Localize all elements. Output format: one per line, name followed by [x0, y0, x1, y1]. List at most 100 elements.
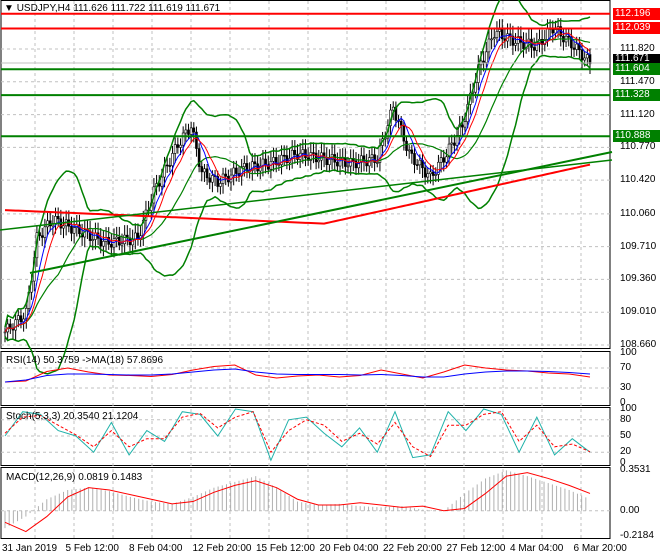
date-axis-label: 27 Feb 12:00 [446, 543, 506, 554]
candle [3, 331, 7, 334]
candle [224, 173, 228, 177]
candle [277, 164, 281, 166]
candle [94, 232, 97, 240]
trendline [0, 159, 613, 231]
candle [490, 38, 493, 41]
candle [402, 125, 406, 142]
candle [370, 154, 374, 158]
ohlc-values: 111.626 111.722 111.619 111.671 [73, 3, 221, 14]
candle [405, 140, 408, 151]
candle [514, 43, 517, 46]
candle [70, 225, 73, 234]
candle [399, 120, 403, 126]
macd-title: MACD(12,26,9) 0.0819 0.1483 [6, 472, 143, 483]
date-axis-label: 31 Jan 2019 [2, 543, 58, 554]
level-price-tag: 112.196 [613, 7, 660, 20]
candle [54, 216, 57, 224]
date-axis-label: 12 Feb 20:00 [192, 543, 252, 554]
candle [546, 28, 549, 40]
candle [208, 177, 212, 183]
candle [184, 129, 188, 134]
bollinger-middle [4, 38, 591, 333]
candle [317, 159, 321, 163]
candle [19, 315, 23, 323]
candle [40, 235, 44, 238]
date-axis-label: 4 Mar 04:00 [510, 543, 564, 554]
candle [463, 121, 467, 128]
candle [272, 157, 275, 162]
candle [282, 154, 286, 157]
price-axis-label: 109.360 [620, 273, 657, 285]
candle [434, 174, 438, 176]
rsi-axis-label: 30 [620, 382, 632, 393]
symbol-label: USDJPY,H4 [16, 3, 71, 14]
macd-axis-label: 0.3531 [620, 464, 651, 475]
candle [43, 226, 47, 238]
candle [580, 49, 584, 61]
stoch-axis-label: 100 [620, 403, 637, 414]
candle [99, 238, 103, 247]
candle [232, 167, 235, 176]
candle [375, 162, 379, 164]
candle [500, 29, 504, 40]
price-axis-label: 110.770 [620, 141, 656, 153]
trading-chart[interactable]: ▼ USDJPY,H4 111.626 111.722 111.619 111.… [0, 0, 660, 560]
candle [14, 319, 17, 331]
level-price-tag: 110.888 [613, 130, 660, 143]
candle [487, 38, 491, 53]
ma-fast [4, 29, 591, 333]
level-price-tag: 111.604 [613, 63, 660, 76]
candle [56, 216, 60, 220]
macd-axis-label: -0.2184 [620, 530, 654, 541]
candle [16, 315, 20, 321]
level-price-tag: 112.039 [613, 22, 660, 35]
candle [439, 157, 443, 163]
date-axis-label: 22 Feb 20:00 [383, 543, 442, 554]
candle [431, 171, 435, 176]
symbol-header: ▼ USDJPY,H4 111.626 111.722 111.619 111.… [4, 3, 220, 14]
price-axis-label: 109.010 [620, 306, 657, 318]
candle [328, 158, 331, 165]
candle [442, 157, 446, 163]
candle [123, 234, 126, 245]
candle [293, 149, 297, 155]
candle [415, 164, 419, 166]
candle [243, 163, 246, 167]
candle [200, 166, 204, 173]
date-axis-label: 15 Feb 12:00 [256, 543, 315, 554]
rsi-axis-label: 100 [620, 347, 637, 358]
candle [165, 164, 169, 167]
candle [426, 173, 430, 178]
candle [418, 159, 422, 166]
candle [160, 176, 164, 187]
rsi-title: RSI(14) 50.3759 ->MA(18) 57.8696 [6, 355, 164, 366]
candle [336, 161, 339, 167]
candle [171, 153, 174, 167]
candle [588, 54, 592, 65]
rsi-axis-label: 70 [620, 362, 632, 373]
date-axis-label: 8 Feb 04:00 [129, 543, 183, 554]
price-axis-label: 111.470 [620, 75, 655, 87]
candle [168, 165, 172, 167]
date-axis-label: 20 Feb 04:00 [319, 543, 379, 554]
candle [482, 60, 485, 63]
candle [62, 225, 65, 229]
candle [115, 236, 118, 239]
price-axis-label: 111.120 [620, 108, 655, 120]
candle [532, 47, 536, 51]
dropdown-triangle-icon[interactable]: ▼ [4, 3, 14, 14]
price-axis-label: 111.820 [620, 43, 655, 54]
candle [181, 132, 185, 146]
candle [495, 31, 499, 38]
candle [221, 173, 225, 184]
candle [344, 157, 347, 167]
candle [219, 183, 222, 187]
candle [120, 243, 124, 246]
candle [205, 168, 209, 179]
candle [176, 144, 180, 148]
stoch-title: Stoch(5,3,3) 20.3540 21.1204 [6, 411, 139, 422]
candle [445, 156, 448, 163]
candle [583, 57, 586, 61]
candle [407, 149, 411, 152]
candle [235, 167, 238, 174]
